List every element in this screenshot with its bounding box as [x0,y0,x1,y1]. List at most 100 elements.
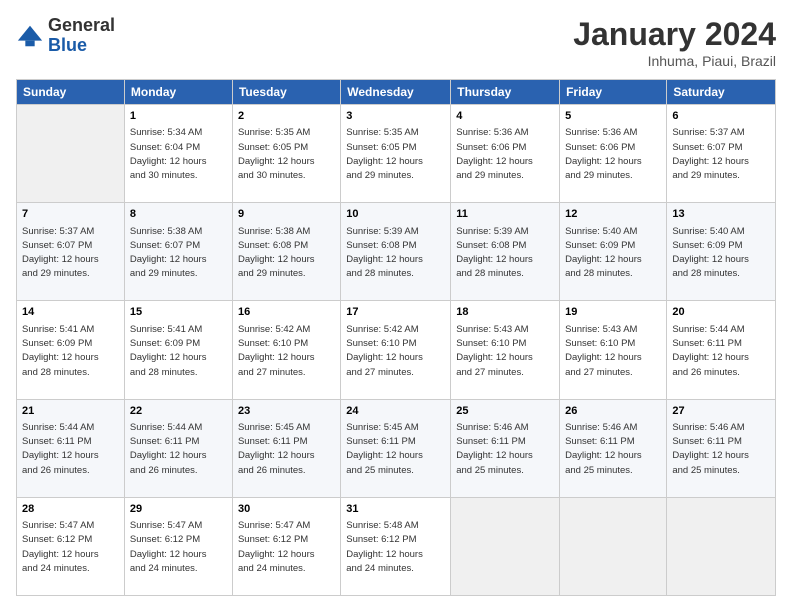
day-number: 11 [456,207,554,222]
day-number: 5 [565,109,661,124]
day-number: 24 [346,404,445,419]
day-info: Sunrise: 5:42 AM Sunset: 6:10 PM Dayligh… [238,323,335,380]
day-number: 20 [672,305,770,320]
calendar-cell [17,105,125,203]
day-info: Sunrise: 5:36 AM Sunset: 6:06 PM Dayligh… [456,126,554,183]
calendar-cell: 14 Sunrise: 5:41 AM Sunset: 6:09 PM Dayli… [17,301,125,399]
day-info: Sunrise: 5:44 AM Sunset: 6:11 PM Dayligh… [22,421,119,478]
day-info: Sunrise: 5:38 AM Sunset: 6:07 PM Dayligh… [130,225,227,282]
calendar-cell: 28Sunrise: 5:47 AM Sunset: 6:12 PM Dayli… [17,497,125,595]
main-title: January 2024 [573,16,776,53]
day-info: Sunrise: 5:47 AM Sunset: 6:12 PM Dayligh… [238,519,335,576]
calendar-cell: 6 Sunrise: 5:37 AM Sunset: 6:07 PM Daylig… [667,105,776,203]
calendar-cell: 10Sunrise: 5:39 AM Sunset: 6:08 PM Dayli… [341,203,451,301]
subtitle: Inhuma, Piaui, Brazil [573,53,776,69]
col-header-sunday: Sunday [17,80,125,105]
col-header-saturday: Saturday [667,80,776,105]
calendar-cell: 30 Sunrise: 5:47 AM Sunset: 6:12 PM Dayli… [232,497,340,595]
calendar-cell: 23Sunrise: 5:45 AM Sunset: 6:11 PM Dayli… [232,399,340,497]
week-row-2: 14 Sunrise: 5:41 AM Sunset: 6:09 PM Dayli… [17,301,776,399]
day-info: Sunrise: 5:36 AM Sunset: 6:06 PM Dayligh… [565,126,661,183]
logo-general: General [48,16,115,36]
calendar-cell: 24 Sunrise: 5:45 AM Sunset: 6:11 PM Dayli… [341,399,451,497]
day-number: 30 [238,502,335,517]
calendar-cell: 9 Sunrise: 5:38 AM Sunset: 6:08 PM Daylig… [232,203,340,301]
day-number: 21 [22,404,119,419]
calendar-cell: 5 Sunrise: 5:36 AM Sunset: 6:06 PM Daylig… [560,105,667,203]
calendar-cell: 17Sunrise: 5:42 AM Sunset: 6:10 PM Dayli… [341,301,451,399]
calendar-cell: 3 Sunrise: 5:35 AM Sunset: 6:05 PM Daylig… [341,105,451,203]
week-row-4: 28Sunrise: 5:47 AM Sunset: 6:12 PM Dayli… [17,497,776,595]
week-row-1: 7 Sunrise: 5:37 AM Sunset: 6:07 PM Daylig… [17,203,776,301]
calendar-cell: 8 Sunrise: 5:38 AM Sunset: 6:07 PM Daylig… [124,203,232,301]
day-number: 12 [565,207,661,222]
col-header-monday: Monday [124,80,232,105]
col-header-friday: Friday [560,80,667,105]
day-info: Sunrise: 5:38 AM Sunset: 6:08 PM Dayligh… [238,225,335,282]
day-number: 16 [238,305,335,320]
day-number: 2 [238,109,335,124]
col-header-thursday: Thursday [451,80,560,105]
day-info: Sunrise: 5:46 AM Sunset: 6:11 PM Dayligh… [565,421,661,478]
calendar-cell [667,497,776,595]
logo-icon [16,22,44,50]
logo-blue: Blue [48,36,115,56]
day-number: 27 [672,404,770,419]
header: General Blue January 2024 Inhuma, Piaui,… [16,16,776,69]
calendar-cell: 29Sunrise: 5:47 AM Sunset: 6:12 PM Dayli… [124,497,232,595]
calendar: SundayMondayTuesdayWednesdayThursdayFrid… [16,79,776,596]
calendar-cell: 31Sunrise: 5:48 AM Sunset: 6:12 PM Dayli… [341,497,451,595]
day-number: 3 [346,109,445,124]
day-info: Sunrise: 5:37 AM Sunset: 6:07 PM Dayligh… [672,126,770,183]
calendar-cell: 11 Sunrise: 5:39 AM Sunset: 6:08 PM Dayli… [451,203,560,301]
day-number: 15 [130,305,227,320]
day-info: Sunrise: 5:41 AM Sunset: 6:09 PM Dayligh… [130,323,227,380]
calendar-cell: 16 Sunrise: 5:42 AM Sunset: 6:10 PM Dayli… [232,301,340,399]
day-info: Sunrise: 5:45 AM Sunset: 6:11 PM Dayligh… [346,421,445,478]
calendar-cell: 2 Sunrise: 5:35 AM Sunset: 6:05 PM Daylig… [232,105,340,203]
day-number: 4 [456,109,554,124]
day-number: 18 [456,305,554,320]
calendar-cell [451,497,560,595]
day-info: Sunrise: 5:44 AM Sunset: 6:11 PM Dayligh… [130,421,227,478]
day-number: 7 [22,207,119,222]
day-number: 23 [238,404,335,419]
day-number: 8 [130,207,227,222]
day-number: 22 [130,404,227,419]
day-number: 13 [672,207,770,222]
day-number: 6 [672,109,770,124]
day-number: 19 [565,305,661,320]
calendar-cell: 7 Sunrise: 5:37 AM Sunset: 6:07 PM Daylig… [17,203,125,301]
calendar-cell: 25Sunrise: 5:46 AM Sunset: 6:11 PM Dayli… [451,399,560,497]
col-header-tuesday: Tuesday [232,80,340,105]
day-info: Sunrise: 5:48 AM Sunset: 6:12 PM Dayligh… [346,519,445,576]
calendar-cell: 26 Sunrise: 5:46 AM Sunset: 6:11 PM Dayli… [560,399,667,497]
day-number: 26 [565,404,661,419]
day-info: Sunrise: 5:47 AM Sunset: 6:12 PM Dayligh… [22,519,119,576]
day-info: Sunrise: 5:35 AM Sunset: 6:05 PM Dayligh… [346,126,445,183]
day-info: Sunrise: 5:41 AM Sunset: 6:09 PM Dayligh… [22,323,119,380]
calendar-cell: 15 Sunrise: 5:41 AM Sunset: 6:09 PM Dayli… [124,301,232,399]
calendar-cell: 27 Sunrise: 5:46 AM Sunset: 6:11 PM Dayli… [667,399,776,497]
calendar-cell: 4 Sunrise: 5:36 AM Sunset: 6:06 PM Daylig… [451,105,560,203]
calendar-cell: 13 Sunrise: 5:40 AM Sunset: 6:09 PM Dayli… [667,203,776,301]
day-number: 17 [346,305,445,320]
calendar-cell: 18Sunrise: 5:43 AM Sunset: 6:10 PM Dayli… [451,301,560,399]
day-info: Sunrise: 5:40 AM Sunset: 6:09 PM Dayligh… [672,225,770,282]
calendar-cell: 19Sunrise: 5:43 AM Sunset: 6:10 PM Dayli… [560,301,667,399]
day-number: 9 [238,207,335,222]
day-info: Sunrise: 5:37 AM Sunset: 6:07 PM Dayligh… [22,225,119,282]
logo: General Blue [16,16,115,56]
day-info: Sunrise: 5:35 AM Sunset: 6:05 PM Dayligh… [238,126,335,183]
calendar-cell: 22 Sunrise: 5:44 AM Sunset: 6:11 PM Dayli… [124,399,232,497]
title-area: January 2024 Inhuma, Piaui, Brazil [573,16,776,69]
day-info: Sunrise: 5:39 AM Sunset: 6:08 PM Dayligh… [456,225,554,282]
calendar-cell [560,497,667,595]
day-info: Sunrise: 5:46 AM Sunset: 6:11 PM Dayligh… [672,421,770,478]
calendar-cell: 12Sunrise: 5:40 AM Sunset: 6:09 PM Dayli… [560,203,667,301]
week-row-3: 21 Sunrise: 5:44 AM Sunset: 6:11 PM Dayli… [17,399,776,497]
day-number: 14 [22,305,119,320]
logo-text: General Blue [48,16,115,56]
page: General Blue January 2024 Inhuma, Piaui,… [0,0,792,612]
day-info: Sunrise: 5:34 AM Sunset: 6:04 PM Dayligh… [130,126,227,183]
